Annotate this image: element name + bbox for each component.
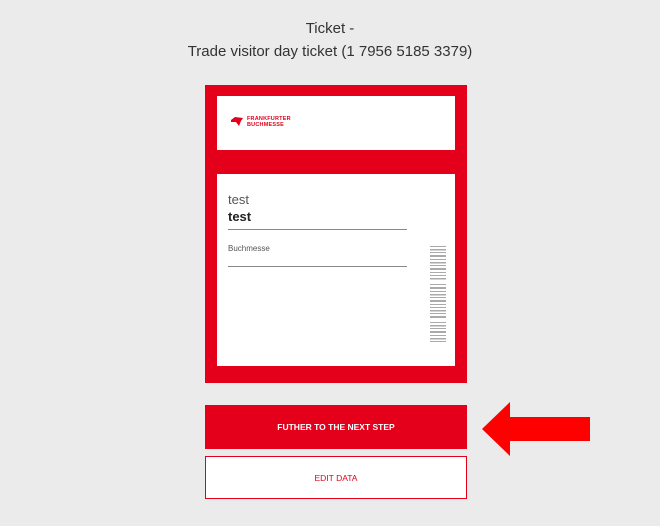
ticket-subtitle: Trade visitor day ticket (1 7956 5185 33… bbox=[187, 43, 473, 60]
next-step-button[interactable]: FUTHER TO THE NEXT STEP bbox=[205, 405, 467, 449]
name-divider bbox=[228, 229, 407, 230]
last-name: test bbox=[228, 209, 252, 224]
ticket-preview: FRANKFURTER BUCHMESSE test test Buchmess… bbox=[205, 85, 467, 383]
logo-line2: BUCHMESSE bbox=[247, 122, 284, 128]
barcode-icon bbox=[430, 246, 446, 342]
frankfurter-buchmesse-logo-icon bbox=[231, 117, 243, 126]
company-divider bbox=[228, 266, 407, 267]
left-arrow-icon bbox=[482, 402, 590, 456]
company-name: Buchmesse bbox=[228, 244, 270, 253]
logo-text: FRANKFURTER BUCHMESSE bbox=[247, 116, 291, 128]
first-name: test bbox=[228, 192, 249, 207]
edit-data-button[interactable]: EDIT DATA bbox=[205, 456, 467, 499]
ticket-card: test test Buchmesse bbox=[217, 174, 455, 366]
logo-panel: FRANKFURTER BUCHMESSE bbox=[217, 96, 455, 150]
ticket-title: Ticket - bbox=[305, 20, 355, 37]
